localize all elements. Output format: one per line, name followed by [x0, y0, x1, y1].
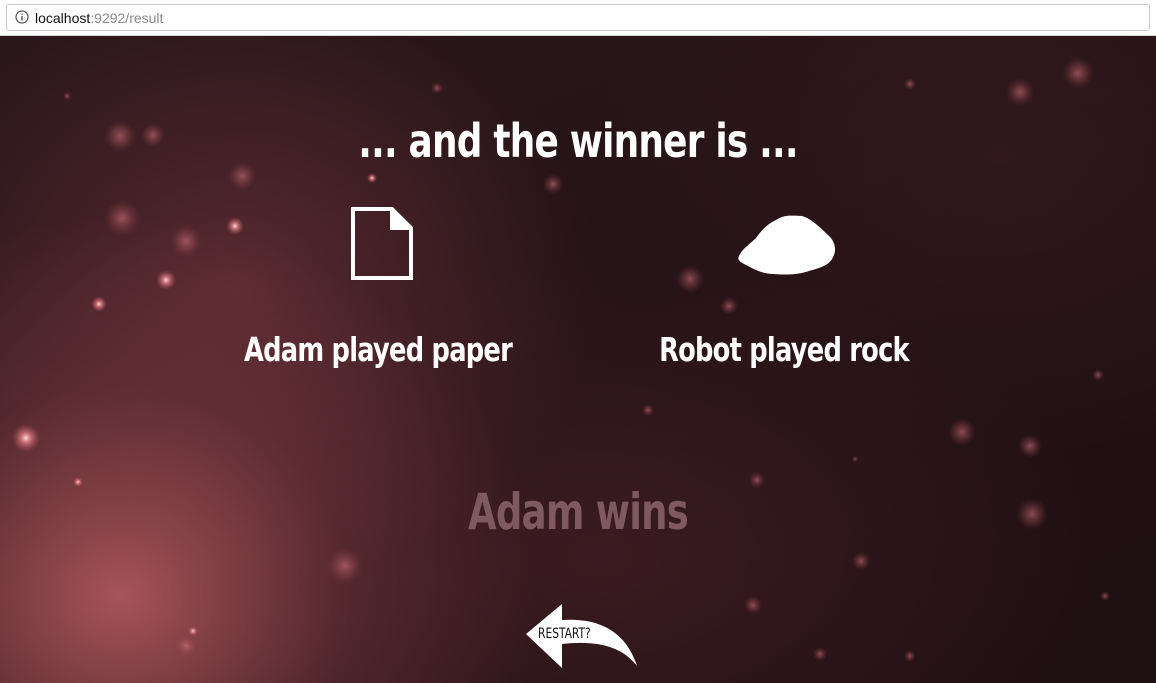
restart-button[interactable]: RESTART? — [524, 600, 640, 672]
browser-address-bar: localhost:9292/result — [0, 0, 1156, 36]
player-two-result: Robot played rock — [659, 330, 910, 369]
url-host: localhost — [35, 10, 91, 26]
url-path: :9292/result — [90, 10, 164, 26]
rock-icon — [738, 215, 836, 275]
paper-icon — [351, 207, 413, 280]
page: localhost:9292/result ... and the winner… — [0, 0, 1156, 683]
url-field[interactable]: localhost:9292/result — [6, 4, 1150, 31]
result-headline: ... and the winner is ... — [358, 114, 798, 168]
player-one-result: Adam played paper — [243, 330, 513, 369]
url-text: localhost:9292/result — [35, 10, 163, 26]
game-stage: ... and the winner is ... Adam played pa… — [0, 36, 1156, 683]
winner-announcement: Adam wins — [467, 483, 689, 541]
restart-label: RESTART? — [538, 626, 591, 642]
info-icon[interactable] — [15, 10, 29, 24]
